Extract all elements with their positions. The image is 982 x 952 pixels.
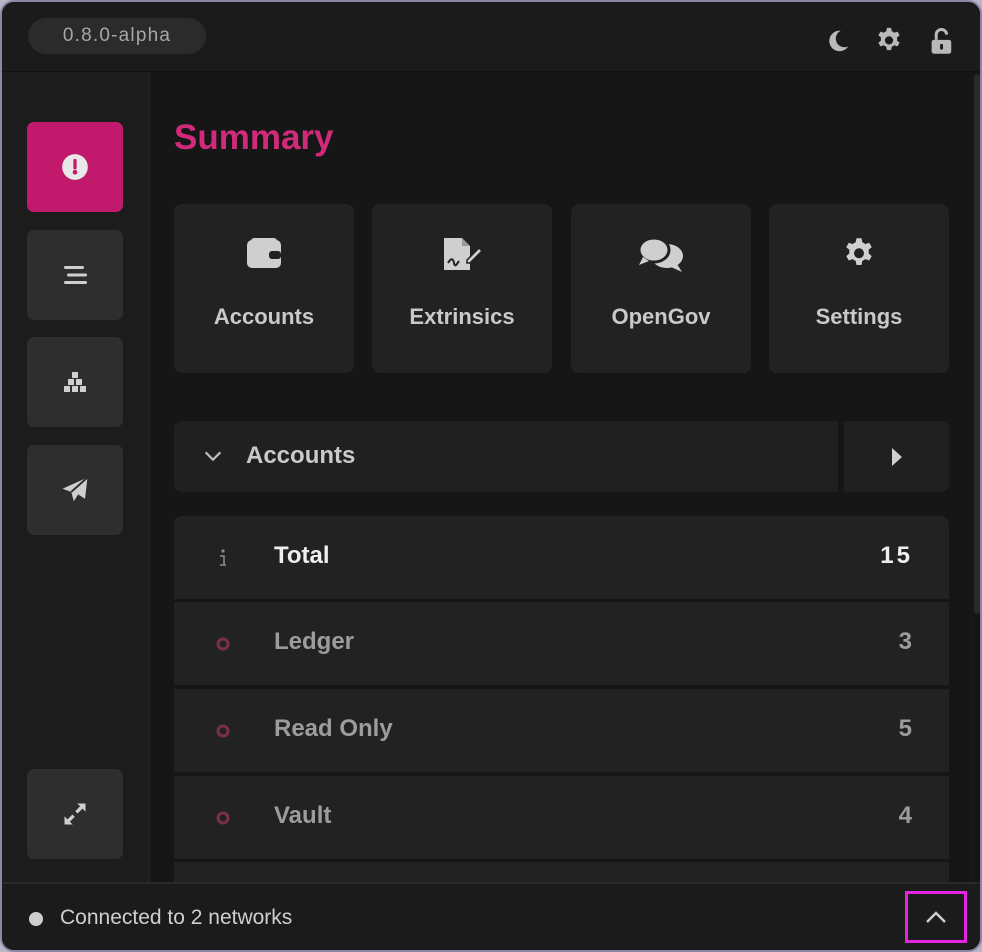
ring-icon [214,602,232,685]
file-signature-icon [372,236,552,276]
page-title: Summary [174,118,334,157]
expand-window-button[interactable] [27,769,123,859]
row-label: Vault [274,802,332,829]
caret-right-icon [891,447,902,466]
list-icon [64,266,87,284]
ring-icon [214,776,232,859]
expand-icon [64,803,86,825]
chevron-down-icon [204,451,222,462]
card-label: OpenGov [611,304,711,329]
list-item-partial [174,862,949,882]
gauge-icon [62,154,88,180]
ring-icon [214,689,232,772]
sidebar [2,72,150,882]
list-item-read-only: Read Only 5 [174,689,949,772]
top-bar: 0.8.0-alpha [2,2,980,72]
card-label: Extrinsics [409,304,515,329]
unlock-icon[interactable] [927,26,957,56]
paper-plane-icon [62,476,89,502]
info-icon [214,516,230,599]
accounts-open-button[interactable] [844,421,949,492]
status-bar: Connected to 2 networks [2,882,980,950]
sidebar-item-summary[interactable] [27,122,123,212]
card-label: Settings [815,304,903,329]
list-item-vault: Vault 4 [174,776,949,859]
card-accounts[interactable]: Accounts [174,204,354,373]
scrollbar-thumb[interactable] [974,74,980,614]
accounts-section-toggle[interactable]: Accounts [174,421,838,492]
card-extrinsics[interactable]: Extrinsics [372,204,552,373]
gear-icon [769,236,949,276]
row-label: Read Only [274,715,393,742]
row-count: 5 [898,715,913,742]
moon-icon[interactable] [823,26,853,56]
row-count: 15 [880,542,913,569]
gear-icon[interactable] [874,26,904,56]
card-settings[interactable]: Settings [769,204,949,373]
connection-status-dot [29,912,43,926]
row-label: Total [274,542,330,569]
sidebar-item-list[interactable] [27,230,123,320]
row-count: 3 [898,628,913,655]
comments-icon [571,236,751,276]
row-count: 4 [898,802,913,829]
list-item-ledger: Ledger 3 [174,602,949,685]
card-label: Accounts [213,304,315,329]
chevron-up-icon [926,911,946,923]
version-badge: 0.8.0-alpha [28,18,206,54]
list-item-total: Total 15 [174,516,949,599]
sidebar-item-send[interactable] [27,445,123,535]
wallet-icon [174,236,354,276]
boxes-icon [64,372,86,392]
app-window: 0.8.0-alpha Summary Accounts Extrinsics … [0,0,982,952]
row-label: Ledger [274,628,355,655]
sidebar-item-stacks[interactable] [27,337,123,427]
main-content: Summary Accounts Extrinsics OpenGov Sett… [152,72,970,882]
section-title: Accounts [246,442,356,469]
card-opengov[interactable]: OpenGov [571,204,751,373]
connection-status-text: Connected to 2 networks [60,906,293,929]
footer-expand-button[interactable] [905,891,967,943]
